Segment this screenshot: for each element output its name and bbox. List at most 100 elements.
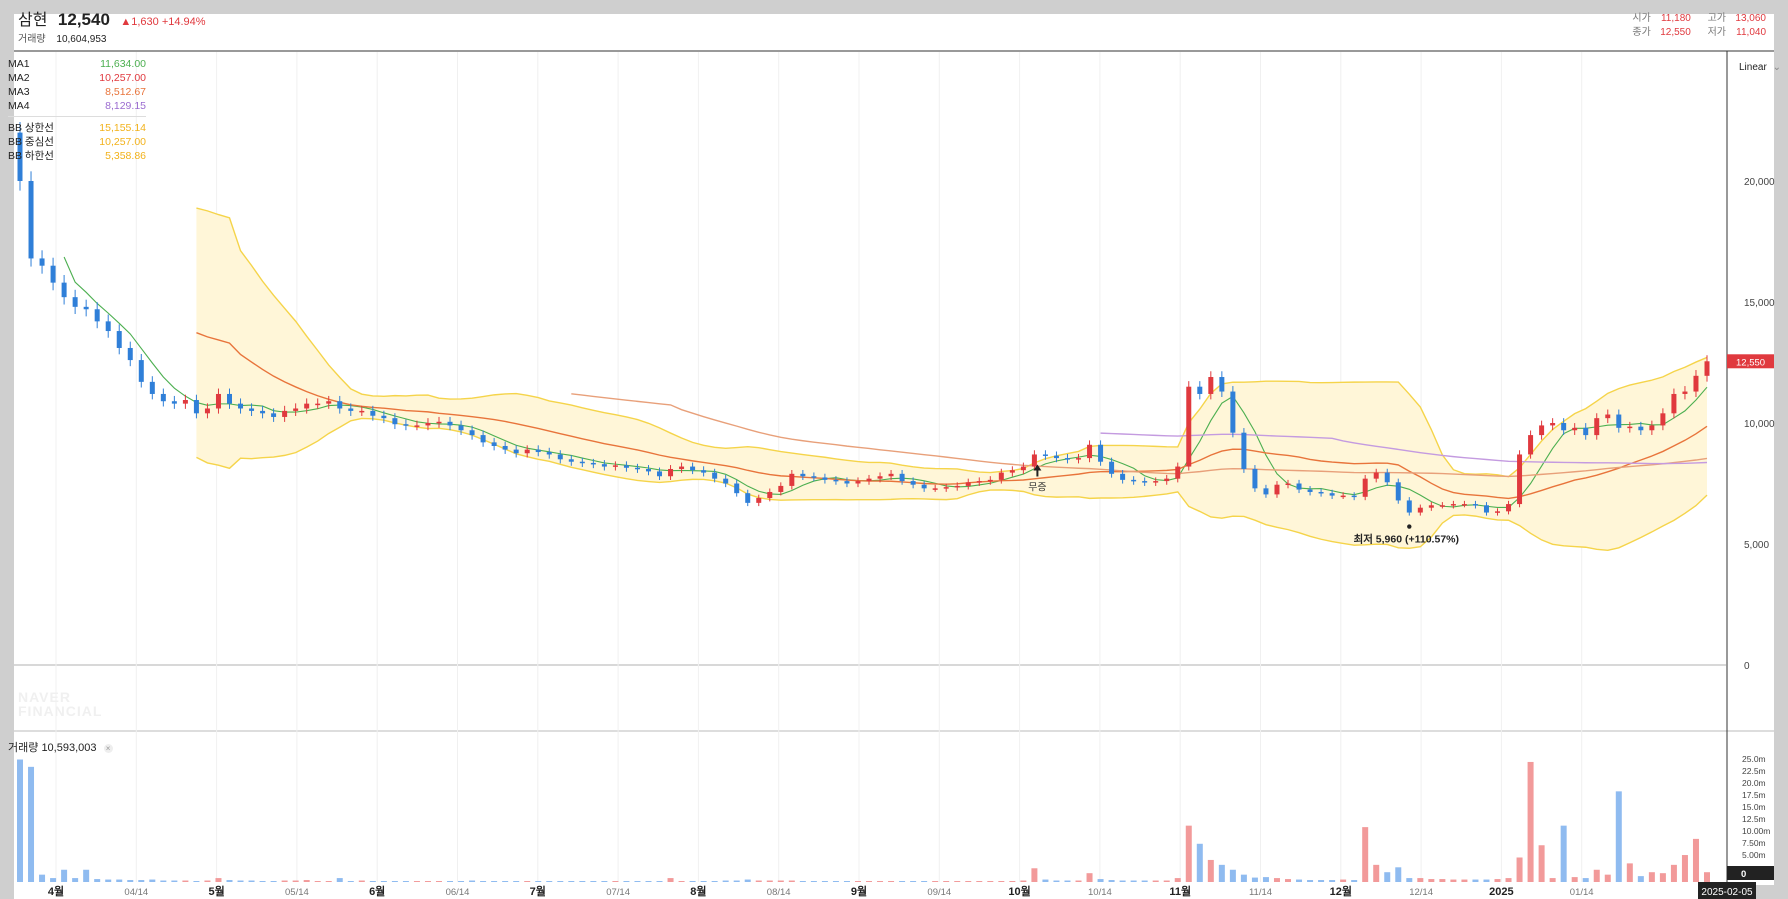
volume-bar — [1704, 872, 1710, 882]
candle-body — [1031, 454, 1037, 467]
close-value: 12,550 — [1660, 27, 1691, 38]
candle-body — [1087, 444, 1093, 459]
legend-value: 8,129.15 — [105, 100, 146, 112]
legend-ma1[interactable]: MA1 11,634.00 — [8, 57, 146, 71]
x-tick-label: 2025 — [1489, 886, 1513, 898]
volume-tick-label: 7.50m — [1742, 838, 1766, 848]
volume-bar — [866, 881, 873, 882]
candle-body — [679, 466, 685, 469]
legend-value: 5,358.86 — [105, 150, 146, 162]
volume-bar — [215, 878, 222, 882]
legend-bb-upper[interactable]: BB 상한선 15,155.14 — [8, 121, 146, 135]
volume-panel-header: 거래량 10,593,003 × — [8, 739, 113, 755]
volume-bar — [1229, 869, 1236, 882]
candle-body — [359, 410, 365, 413]
candle-body — [833, 479, 839, 482]
candle-body — [1682, 391, 1688, 394]
candle-body — [1450, 504, 1456, 506]
volume-bar — [138, 880, 145, 882]
volume-bar — [1296, 879, 1303, 882]
candle-body — [1583, 427, 1589, 436]
x-tick-label: 6월 — [369, 884, 385, 898]
candle-body — [1406, 500, 1412, 513]
volume-bar — [292, 880, 299, 882]
candle-body — [1594, 418, 1600, 436]
candle-body — [1175, 466, 1181, 479]
candle-body — [1274, 484, 1280, 495]
candle-body — [1064, 458, 1070, 460]
legend-value: 10,257.00 — [99, 136, 146, 148]
volume-bar — [1604, 874, 1611, 882]
volume-bar — [1406, 878, 1413, 882]
candle-body — [1395, 482, 1401, 501]
candle-body — [1428, 505, 1434, 508]
volume-bar — [182, 880, 189, 882]
volume-bar — [72, 878, 79, 882]
candle-body — [1616, 414, 1622, 428]
legend-ma3[interactable]: MA3 8,512.67 — [8, 85, 146, 99]
volume-bar — [612, 881, 619, 882]
volume-bar — [1384, 872, 1391, 882]
volume-bar — [1196, 843, 1203, 882]
volume-bar — [149, 879, 156, 882]
candle-body — [756, 498, 762, 503]
candle-body — [1660, 413, 1666, 426]
stock-chart[interactable]: 0 5,000 10,000 15,000 20,000 25.0m 22.5m 20.0m 1… — [0, 0, 1788, 899]
volume-bar — [1262, 877, 1269, 882]
x-tick-label: 10월 — [1008, 884, 1030, 898]
volume-bar — [61, 869, 68, 882]
candle-body — [469, 430, 475, 436]
volume-bar — [491, 881, 498, 882]
volume-bar — [1163, 880, 1170, 882]
y-tick-label: 5,000 — [1744, 540, 1769, 551]
close-icon[interactable]: × — [103, 744, 113, 753]
candle-body — [1020, 466, 1026, 471]
legend-ma2[interactable]: MA2 10,257.00 — [8, 71, 146, 85]
volume-bar — [1097, 879, 1104, 882]
volume-bar — [204, 880, 211, 882]
volume-bar — [1395, 867, 1402, 882]
volume-bar — [1119, 880, 1126, 882]
candle-body — [601, 464, 607, 467]
x-tick-label: 12월 — [1330, 884, 1352, 898]
volume-bar — [678, 881, 685, 882]
candle-body — [491, 442, 497, 446]
candle-body — [149, 381, 155, 394]
candle-body — [1506, 504, 1512, 512]
candle-body — [546, 452, 552, 455]
volume-bar — [347, 881, 354, 882]
x-tick-label: 04/14 — [124, 887, 148, 898]
x-tick-label: 05/14 — [285, 887, 309, 898]
candle-body — [701, 470, 707, 473]
candle-body — [83, 306, 89, 310]
volume-bar — [799, 881, 806, 882]
candle-body — [425, 423, 431, 426]
volume-bar — [469, 880, 476, 882]
candle-body — [1461, 504, 1467, 506]
candle-body — [1252, 468, 1258, 489]
watermark-line: NAVER — [18, 689, 71, 705]
volume-bar — [391, 881, 398, 882]
candle-body — [954, 485, 960, 488]
volume-bar — [1626, 863, 1633, 882]
volume-bar — [480, 881, 487, 882]
volume-bar — [777, 880, 784, 882]
candle-body — [127, 347, 133, 361]
volume-bar — [1483, 879, 1490, 882]
volume-bar — [1472, 879, 1479, 882]
candle-body — [260, 410, 266, 414]
legend-bb-lower[interactable]: BB 하한선 5,358.86 — [8, 149, 146, 163]
volume-panel-label: 거래량 — [8, 742, 39, 754]
candle-body — [1693, 375, 1699, 392]
legend-name: BB 상한선 — [8, 122, 54, 134]
volume-bar — [171, 880, 178, 882]
volume-bar — [899, 881, 906, 882]
legend-ma4[interactable]: MA4 8,129.15 — [8, 99, 146, 113]
legend-bb-middle[interactable]: BB 중심선 10,257.00 — [8, 135, 146, 149]
high-label: 고가 — [1707, 13, 1726, 24]
candle-body — [1197, 386, 1203, 394]
volume-bar — [1571, 877, 1578, 882]
volume-bar — [1020, 880, 1027, 882]
volume-label: 거래량 — [18, 34, 46, 45]
scale-mode-dropdown[interactable]: Linear ⌄ — [1739, 62, 1781, 73]
